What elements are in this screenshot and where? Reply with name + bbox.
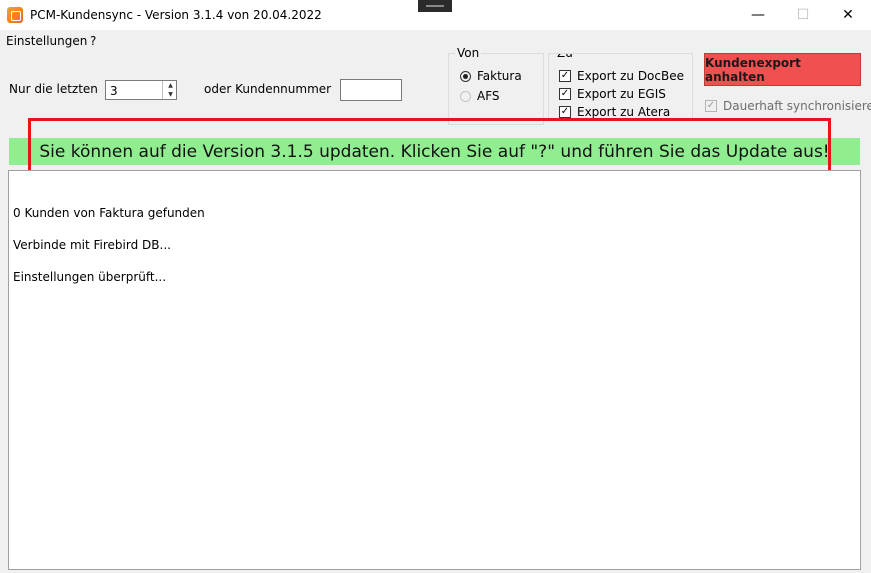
- check-icon: ✓: [705, 100, 717, 112]
- spin-up-icon[interactable]: ▲: [162, 81, 178, 90]
- checkbox-egis-label: Export zu EGIS: [577, 87, 666, 101]
- last-n-value: 3: [110, 84, 118, 98]
- menu-help[interactable]: ?: [90, 34, 96, 48]
- minimize-button[interactable]: —: [735, 0, 781, 30]
- customer-number-label: oder Kundennummer: [204, 82, 332, 96]
- check-icon: ✓: [559, 70, 571, 82]
- radio-unselected-icon: [460, 91, 471, 102]
- target-group: Zu ✓ Export zu DocBee ✓ Export zu EGIS ✓…: [548, 53, 693, 119]
- log-line: 0 Kunden von Faktura gefunden: [13, 206, 205, 220]
- target-group-title: Zu: [555, 54, 575, 60]
- log-line: Einstellungen überprüft...: [13, 270, 167, 284]
- app-logo-icon: [7, 7, 23, 23]
- checkbox-permanent-sync[interactable]: ✓: [705, 100, 717, 112]
- maximize-button[interactable]: ☐: [780, 0, 826, 30]
- checkbox-atera[interactable]: ✓: [559, 106, 571, 118]
- radio-faktura-label: Faktura: [477, 69, 522, 83]
- last-n-stepper[interactable]: 3 ▲ ▼: [105, 80, 177, 100]
- radio-afs-label: AFS: [477, 89, 500, 103]
- log-line: Verbinde mit Firebird DB...: [13, 238, 171, 252]
- spin-down-icon[interactable]: ▼: [162, 90, 178, 99]
- checkbox-docbee[interactable]: ✓: [559, 70, 571, 82]
- checkbox-docbee-label: Export zu DocBee: [577, 69, 684, 83]
- radio-selected-icon: [460, 71, 471, 82]
- window-title: PCM-Kundensync - Version 3.1.4 von 20.04…: [30, 8, 322, 22]
- permanent-sync-label: Dauerhaft synchronisieren: [723, 99, 871, 113]
- customer-number-input[interactable]: [340, 79, 402, 101]
- check-icon: ✓: [559, 88, 571, 100]
- close-button[interactable]: ✕: [825, 0, 871, 30]
- checkbox-egis[interactable]: ✓: [559, 88, 571, 100]
- source-group-title: Von: [455, 46, 482, 60]
- check-icon: ✓: [559, 106, 571, 118]
- radio-afs[interactable]: [460, 91, 471, 102]
- highlight-frame: [28, 118, 831, 174]
- checkbox-atera-label: Export zu Atera: [577, 105, 671, 119]
- log-output[interactable]: 0 Kunden von Faktura gefunden Verbinde m…: [8, 170, 861, 570]
- last-n-label: Nur die letzten: [9, 82, 98, 96]
- drag-handle[interactable]: [418, 0, 452, 12]
- stop-export-button[interactable]: Kundenexport anhalten: [704, 53, 861, 86]
- menu-settings[interactable]: Einstellungen: [6, 34, 87, 48]
- radio-faktura[interactable]: [460, 71, 471, 82]
- source-group: Von Faktura AFS: [448, 46, 544, 125]
